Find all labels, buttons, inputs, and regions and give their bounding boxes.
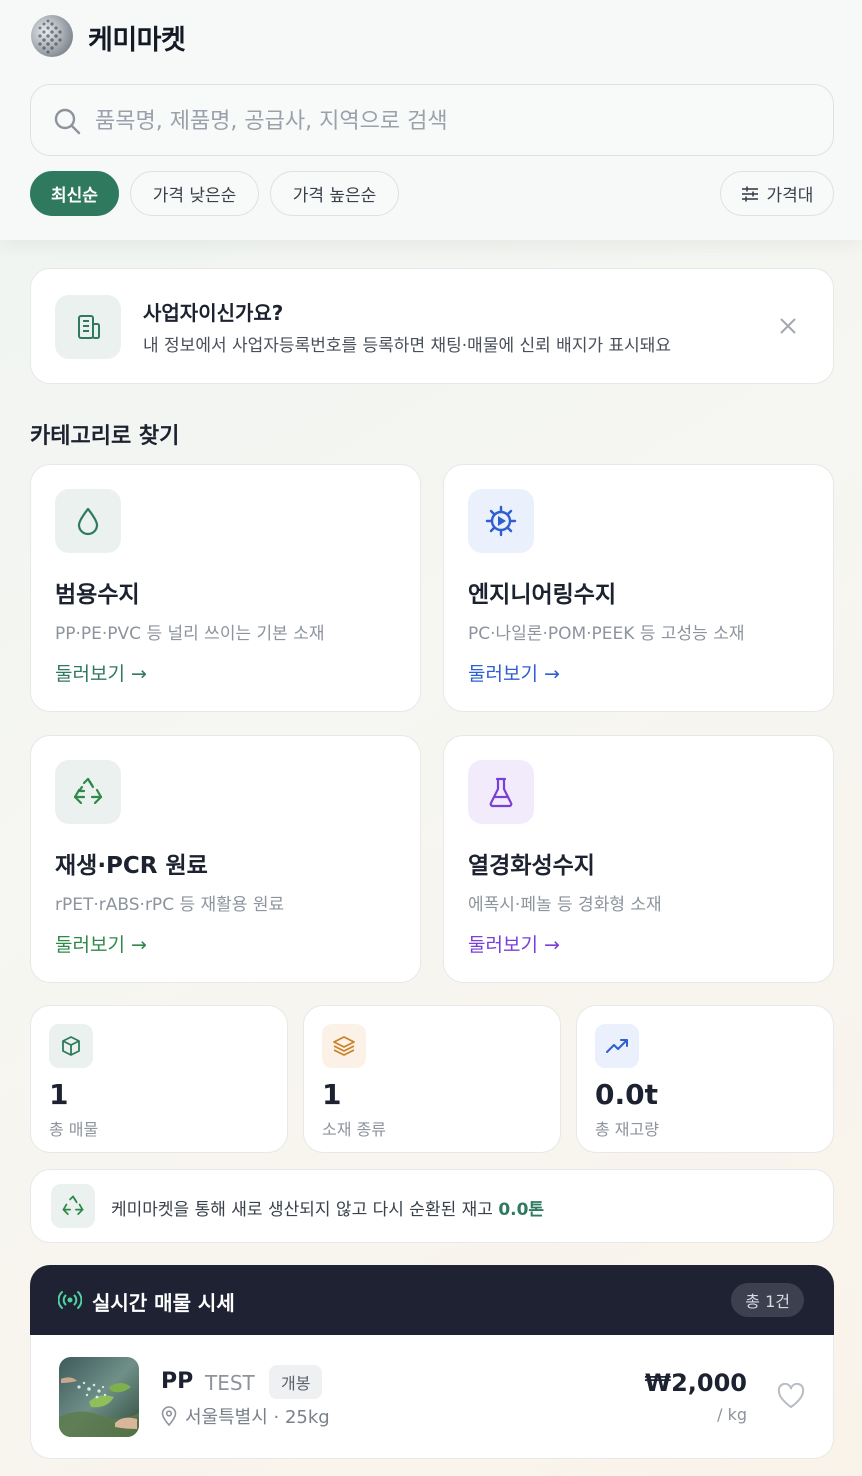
listing-material: PP xyxy=(161,1369,194,1394)
category-name: 열경화성수지 xyxy=(468,853,595,879)
category-card-engineering-resin[interactable]: 엔지니어링수지 PC·나일론·POM·PEEK 등 고성능 소재 둘러보기 → xyxy=(443,464,834,712)
banner-subtitle: 내 정보에서 사업자등록번호를 등록하면 채팅·매물에 신뢰 배지가 표시돼요 xyxy=(143,336,672,356)
circular-stock-amount: 0.0톤 xyxy=(498,1200,545,1220)
stat-value: 1 xyxy=(322,1078,342,1111)
box-icon xyxy=(49,1024,93,1068)
listing-count-badge: 총 1건 xyxy=(731,1283,804,1317)
stat-card-material-types: 1 소재 종류 xyxy=(303,1005,561,1153)
circular-stock-desc: 케미마켓을 통해 새로 생산되지 않고 다시 순환된 재고 xyxy=(111,1200,493,1220)
stat-value: 1 xyxy=(49,1078,69,1111)
listing-location: 서울특별시 · 25kg xyxy=(161,1403,330,1429)
search-bar[interactable] xyxy=(30,84,834,156)
price-range-filter-button[interactable]: 가격대 xyxy=(720,171,834,216)
sort-latest-chip[interactable]: 최신순 xyxy=(30,171,119,216)
stat-card-total-listings: 1 총 매물 xyxy=(30,1005,288,1153)
listing-price: ₩2,000 xyxy=(644,1369,747,1397)
brand-name: 케미마켓 xyxy=(88,25,186,56)
location-pin-icon xyxy=(161,1406,177,1426)
live-listings-title: 실시간 매물 시세 xyxy=(92,1291,235,1315)
category-name: 범용수지 xyxy=(55,582,140,608)
sort-price-high-chip[interactable]: 가격 높은순 xyxy=(270,171,399,216)
stat-label: 총 매물 xyxy=(49,1120,99,1139)
brand-logo-icon xyxy=(31,15,73,57)
heart-icon[interactable] xyxy=(777,1383,805,1409)
category-section-title: 카테고리로 찾기 xyxy=(30,424,180,449)
broadcast-icon xyxy=(58,1291,82,1309)
browse-link[interactable]: 둘러보기 → xyxy=(55,659,147,686)
live-listings-header: 실시간 매물 시세 총 1건 xyxy=(30,1265,834,1335)
sliders-icon xyxy=(741,186,758,201)
building-icon xyxy=(55,295,121,359)
stat-label: 소재 종류 xyxy=(322,1120,386,1139)
stat-label: 총 재고량 xyxy=(595,1120,659,1139)
category-desc: rPET·rABS·rPC 등 재활용 원료 xyxy=(55,895,285,915)
sort-price-low-chip[interactable]: 가격 낮은순 xyxy=(130,171,259,216)
gear-icon xyxy=(468,489,534,553)
category-desc: PP·PE·PVC 등 널리 쓰이는 기본 소재 xyxy=(55,624,325,644)
flask-icon xyxy=(468,760,534,824)
category-name: 엔지니어링수지 xyxy=(468,582,617,608)
category-card-general-resin[interactable]: 범용수지 PP·PE·PVC 등 널리 쓰이는 기본 소재 둘러보기 → xyxy=(30,464,421,712)
circular-stock-text: 케미마켓을 통해 새로 생산되지 않고 다시 순환된 재고 0.0톤 xyxy=(111,1195,544,1220)
close-icon[interactable] xyxy=(777,315,799,337)
browse-link[interactable]: 둘러보기 → xyxy=(468,659,560,686)
browse-link[interactable]: 둘러보기 → xyxy=(55,930,147,957)
stat-value: 0.0t xyxy=(595,1078,658,1111)
trend-up-icon xyxy=(595,1024,639,1068)
search-icon xyxy=(54,108,81,135)
banner-title: 사업자이신가요? xyxy=(143,301,284,325)
business-verification-banner: 사업자이신가요? 내 정보에서 사업자등록번호를 등록하면 채팅·매물에 신뢰 … xyxy=(30,268,834,384)
listing-thumbnail xyxy=(59,1357,139,1437)
category-name: 재생·PCR 원료 xyxy=(55,853,208,879)
category-desc: 에폭시·페놀 등 경화형 소재 xyxy=(468,895,662,915)
listing-price-unit: / kg xyxy=(717,1405,747,1424)
recycle-icon xyxy=(55,760,121,824)
search-input[interactable] xyxy=(95,99,815,143)
listing-condition-tag: 개봉 xyxy=(269,1365,323,1399)
listing-row[interactable]: PP TEST 개봉 서울특별시 · 25kg ₩2,000 / kg xyxy=(30,1335,834,1459)
top-header: 케미마켓 최신순 가격 낮은순 가격 높은순 가격대 xyxy=(0,0,862,240)
recycle-icon xyxy=(51,1184,95,1228)
browse-link[interactable]: 둘러보기 → xyxy=(468,930,560,957)
category-desc: PC·나일론·POM·PEEK 등 고성능 소재 xyxy=(468,624,745,644)
listing-location-text: 서울특별시 · 25kg xyxy=(185,1407,330,1428)
stat-card-total-stock: 0.0t 총 재고량 xyxy=(576,1005,834,1153)
layers-icon xyxy=(322,1024,366,1068)
category-card-thermoset-resin[interactable]: 열경화성수지 에폭시·페놀 등 경화형 소재 둘러보기 → xyxy=(443,735,834,983)
droplet-icon xyxy=(55,489,121,553)
category-card-recycled-pcr[interactable]: 재생·PCR 원료 rPET·rABS·rPC 등 재활용 원료 둘러보기 → xyxy=(30,735,421,983)
price-range-label: 가격대 xyxy=(766,186,814,206)
circular-stock-note: 케미마켓을 통해 새로 생산되지 않고 다시 순환된 재고 0.0톤 xyxy=(30,1169,834,1243)
listing-product: TEST xyxy=(205,1371,255,1395)
